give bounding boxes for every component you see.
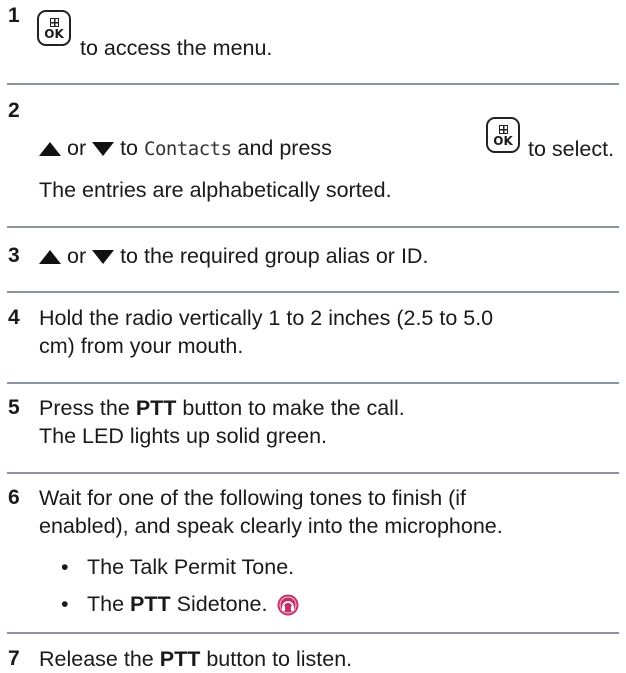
or-text: or (66, 136, 87, 160)
bullet-marker: • (61, 592, 69, 616)
step-number: 7 (8, 647, 20, 670)
procedure-steps: 1 OK to access the menu. 2 or to Contact… (0, 0, 626, 673)
bullet-marker: • (61, 555, 69, 579)
and-press-text: and press (237, 136, 332, 160)
down-triangle-icon (92, 142, 115, 157)
ptt-button-label: PTT (159, 647, 201, 671)
step-note: The entries are alphabetically sorted. (39, 178, 392, 202)
menu-ok-key-icon: OK (37, 10, 71, 46)
step-text-line-1: Wait for one of the following tones to f… (39, 486, 467, 510)
step-number: 6 (8, 486, 20, 509)
bullet-text: The PTT Sidetone. (87, 592, 299, 617)
up-triangle-icon (39, 250, 61, 265)
ptt-label: PTT (130, 592, 171, 616)
step-number: 1 (8, 4, 20, 27)
divider (7, 226, 619, 228)
step-text: to access the menu. (80, 36, 273, 60)
step-text: Release the (39, 647, 154, 671)
or-text: or (66, 244, 87, 268)
bullet-text: The Talk Permit Tone. (87, 555, 295, 579)
ok-key-label: OK (493, 134, 513, 148)
down-triangle-icon (92, 250, 115, 265)
step-number: 4 (8, 306, 20, 329)
step-text-line-1: Hold the radio vertically 1 to 2 inches … (39, 306, 494, 330)
divider (7, 291, 619, 293)
divider (7, 83, 619, 85)
step-result: The LED lights up solid green. (39, 424, 328, 448)
menu-item-contacts: Contacts (144, 138, 232, 160)
divider (7, 382, 619, 384)
step-number: 3 (8, 244, 20, 267)
ok-key-label: OK (44, 27, 64, 41)
step-text: Press the (39, 396, 130, 420)
step-text-line-2: enabled), and speak clearly into the mic… (39, 514, 503, 538)
step-text: button to make the call. (182, 396, 405, 420)
divider (7, 632, 619, 634)
up-triangle-icon (39, 142, 61, 157)
step-text: to the required group alias or ID. (120, 244, 429, 268)
sidetone-icon (277, 594, 299, 616)
step-text: button to listen. (206, 647, 353, 671)
to-text: to (120, 136, 139, 160)
to-select-text: to select. (528, 137, 615, 161)
ptt-button-label: PTT (135, 396, 177, 420)
menu-ok-key-icon: OK (486, 117, 520, 153)
step-number: 5 (8, 396, 20, 419)
step-text-line-2: cm) from your mouth. (39, 334, 244, 358)
divider (7, 472, 619, 474)
step-number: 2 (8, 99, 20, 122)
